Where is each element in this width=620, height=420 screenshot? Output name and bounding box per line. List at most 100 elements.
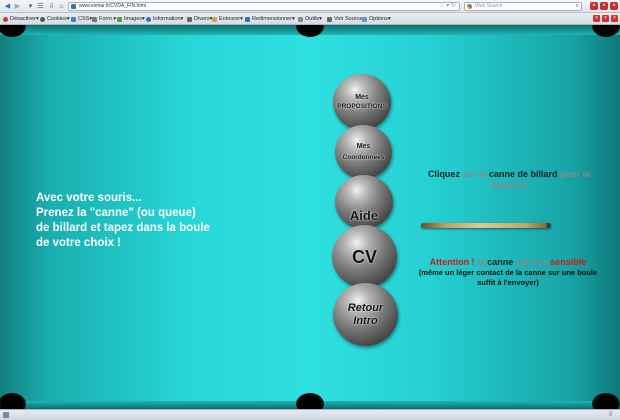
toolbar-item-outline[interactable]: Entourer▾ [212, 16, 243, 23]
toolbar-item-label: CSS [78, 16, 90, 22]
ball-propositions[interactable]: Mes PROPOSITIONS [333, 74, 391, 130]
ball-label: Mes [356, 143, 371, 150]
ball-retour-intro[interactable]: Retour Intro [333, 283, 398, 346]
toolbar-item-information[interactable]: Information▾ [146, 16, 183, 23]
toolbar-item-label: Divers [194, 16, 210, 22]
back-icon[interactable]: ◀ [3, 2, 12, 11]
ball-cv[interactable]: CV [332, 225, 397, 288]
toolbar-item-disable[interactable]: Désactiver▾ [3, 16, 39, 23]
browser-navbar: ◀ ▶ ▾ ☰ ⇩ ⌂ www.esmar.fr/CVDA_FIN.html ☆… [0, 0, 620, 13]
pool-table: Avec votre souris... Prenez la "canne" (… [0, 25, 620, 409]
toolbar-item-label: Images [124, 16, 143, 22]
ball-aide[interactable]: Aide [335, 175, 393, 229]
warning-word: canne [487, 257, 514, 267]
forms-icon [92, 17, 97, 22]
pocket-bottom-right [592, 393, 620, 409]
intro-line: de billard et tapez dans la boule [36, 222, 210, 234]
web-developer-toolbar: Désactiver▾ Cookies▾ CSS▾ Form.▾ Images▾… [0, 13, 620, 25]
page-status-icon [3, 412, 9, 418]
tools-icon [298, 17, 303, 22]
css-icon [71, 17, 76, 22]
ball-label: CV [351, 246, 377, 267]
warning-word: sensible [550, 257, 587, 267]
pocket-top-middle [296, 25, 324, 37]
intro-line: Prenez la "canne" (ou queue) [36, 207, 196, 219]
toolbar-item-label: Cookies [47, 16, 67, 22]
toolbar-item-view-source[interactable]: Voir Source▾ [327, 16, 365, 23]
warning-detail: suffit à l'envoyer) [477, 278, 539, 287]
toolbar-item-forms[interactable]: Form.▾ [92, 16, 116, 23]
window-buttons: × × × [590, 2, 618, 10]
ball-label: Coordonnées [342, 154, 385, 161]
instruction-word: sur la [462, 169, 487, 179]
warning-word: est très [515, 257, 548, 267]
download-status-icon[interactable]: ⇩ [607, 411, 614, 419]
warning-detail: (même un léger contact de la canne sur u… [418, 268, 598, 277]
toolbar-item-label: Outils [305, 16, 320, 22]
options-icon [362, 17, 367, 22]
instruction-word: canne de billard [489, 169, 558, 179]
close-window-icon[interactable]: × [600, 2, 608, 10]
pocket-bottom-middle [296, 393, 324, 409]
outline-icon [212, 17, 217, 22]
information-icon [146, 17, 151, 22]
search-icon[interactable]: ⌕ [576, 3, 579, 10]
css-status-icon[interactable]: × [602, 15, 609, 22]
toolbar-item-options[interactable]: Options▾ [362, 16, 391, 23]
cue-instruction: Cliquez sur la canne de billard pour la … [400, 169, 618, 191]
browser-statusbar: ⇩ [0, 409, 620, 420]
forward-icon[interactable]: ▶ [13, 2, 22, 11]
warning-word: Attention ! [429, 257, 475, 267]
cue-warning: Attention ! la canne est très sensible (… [398, 257, 618, 288]
toolbar-item-label: Information [153, 16, 181, 22]
stop-icon[interactable]: × [610, 2, 618, 10]
download-icon[interactable]: ⇩ [47, 2, 56, 11]
toolbar-item-misc[interactable]: Divers▾ [187, 16, 212, 23]
intro-line: Avec votre souris... [36, 192, 142, 204]
toolbar-item-css[interactable]: CSS▾ [71, 16, 92, 23]
view-source-icon [327, 17, 332, 22]
site-favicon-icon [71, 4, 76, 9]
images-icon [117, 17, 122, 22]
instruction-word: pour la [560, 169, 591, 179]
pocket-top-right [592, 25, 620, 37]
home-icon[interactable]: ⌂ [57, 2, 66, 11]
toolbar-status-icons: × × × [593, 15, 618, 22]
misc-icon [187, 17, 192, 22]
url-text: www.esmar.fr/CVDA_FIN.html [79, 3, 146, 9]
url-bar[interactable]: www.esmar.fr/CVDA_FIN.html ☆ ▾ ↻ [68, 2, 460, 11]
toolbar-item-label: Options [369, 16, 388, 22]
pocket-bottom-left [0, 393, 26, 409]
cookies-icon [40, 17, 45, 22]
reload-icon[interactable]: ☆ ▾ ↻ [439, 3, 456, 10]
toolbar-item-cookies[interactable]: Cookies▾ [40, 16, 70, 23]
toolbar-item-label: Form. [99, 16, 114, 22]
toolbar-item-label: Redimensionner [252, 16, 293, 22]
billiard-cue[interactable] [421, 223, 551, 228]
bookmarks-icon[interactable]: ☰ [36, 2, 45, 11]
history-icon[interactable]: ▾ [26, 2, 35, 11]
toolbar-item-label: Désactiver [10, 16, 36, 22]
ball-coordonnees[interactable]: Mes Coordonnées [335, 125, 392, 179]
ball-label: Retour [347, 301, 384, 314]
search-engine-icon[interactable] [467, 4, 472, 9]
error-status-icon[interactable]: × [593, 15, 600, 22]
js-status-icon[interactable]: × [611, 15, 618, 22]
toolbar-item-label: Voir Source [334, 16, 363, 22]
intro-line: de votre choix ! [36, 237, 121, 249]
ball-label: Intro [353, 314, 378, 327]
toolbar-item-tools[interactable]: Outils▾ [298, 16, 322, 23]
close-tab-icon[interactable]: × [590, 2, 598, 10]
intro-text: Avec votre souris... Prenez la "canne" (… [36, 191, 236, 251]
toolbar-item-resize[interactable]: Redimensionner▾ [245, 16, 295, 23]
pocket-top-left [0, 25, 26, 37]
ball-label: Mes [355, 94, 369, 101]
ball-label: Aide [349, 208, 379, 223]
search-bar[interactable]: Web Search ⌕ [464, 2, 582, 11]
toolbar-item-label: Entourer [219, 16, 241, 22]
resize-icon [245, 17, 250, 22]
warning-word: la [477, 257, 485, 267]
search-placeholder: Web Search [475, 3, 503, 9]
instruction-word: déplacer [490, 180, 528, 190]
toolbar-item-images[interactable]: Images▾ [117, 16, 145, 23]
